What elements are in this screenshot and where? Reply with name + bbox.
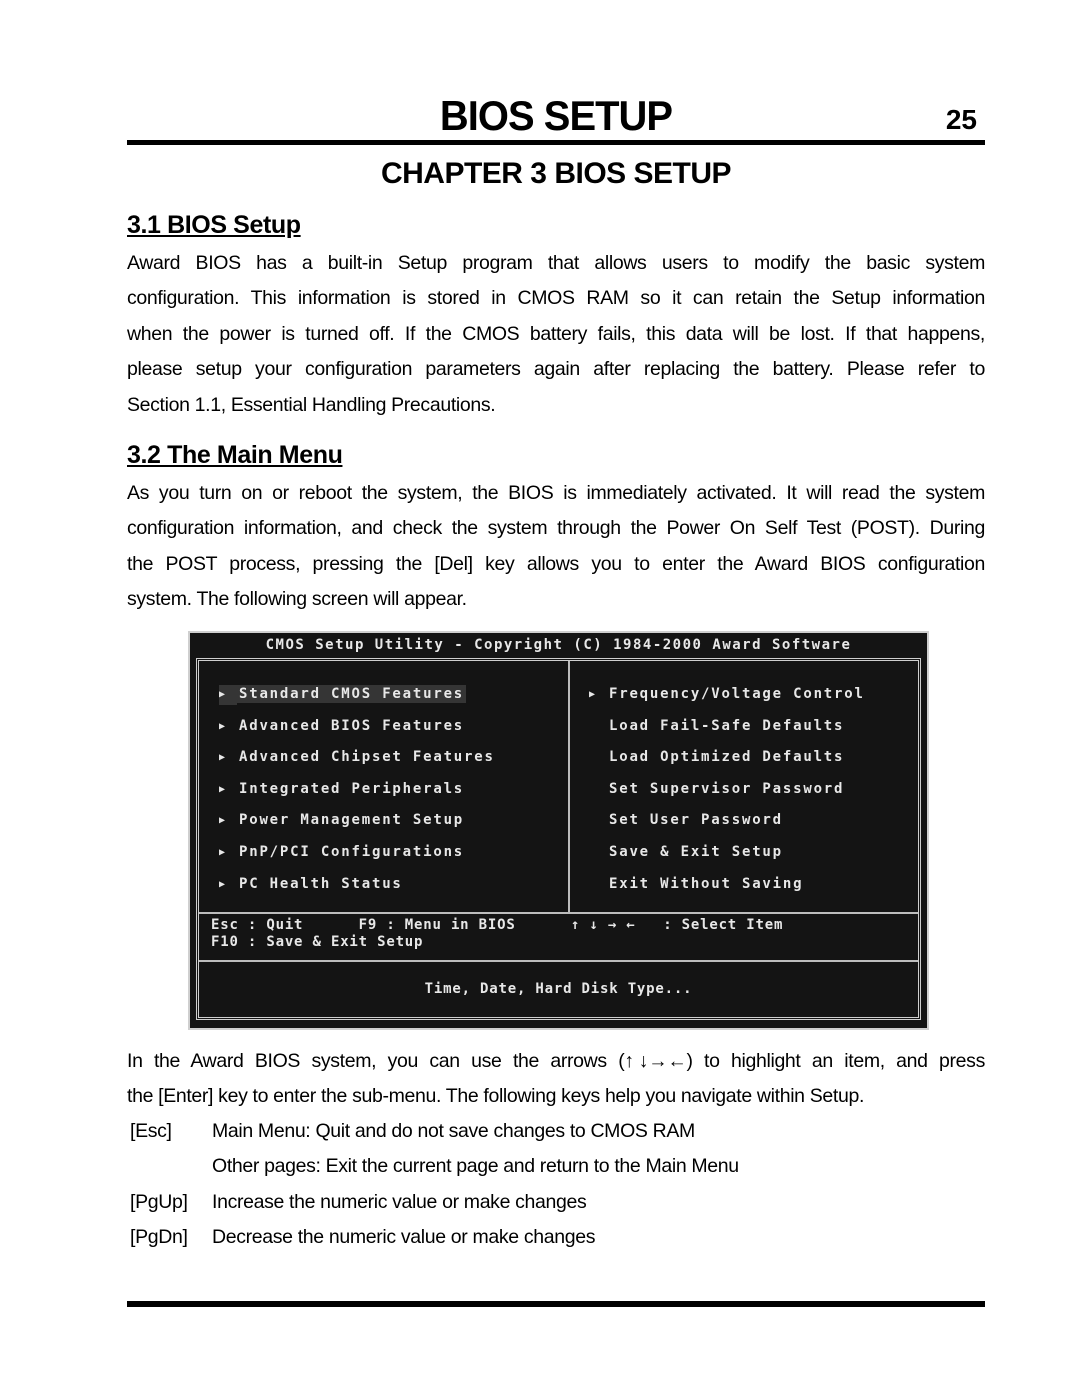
key-description: Decrease the numeric value or make chang…: [212, 1226, 596, 1249]
bios-menu-item-label: Advanced Chipset Features: [239, 749, 495, 766]
key-hint-row: Esc : Quit F9 : Menu in BIOS ↑ ↓ → ← : S…: [211, 917, 784, 933]
bios-menu-item[interactable]: Save & Exit Setup: [589, 842, 867, 874]
submenu-arrow-icon: ▶: [219, 878, 226, 890]
bios-menu-item[interactable]: ▶ Integrated Peripherals: [219, 779, 497, 811]
arrow-keys-icon: ↑ ↓→←: [624, 1050, 687, 1072]
bios-setup-screen: CMOS Setup Utility - Copyright (C) 1984-…: [188, 631, 929, 1030]
key-description: Main Menu: Quit and do not save changes …: [212, 1120, 695, 1142]
key-description: Increase the numeric value or make chang…: [212, 1190, 587, 1213]
bios-key-hints: Esc : Quit F9 : Menu in BIOS ↑ ↓ → ← : S…: [211, 917, 783, 950]
bios-menu-item-label: Set User Password: [609, 812, 783, 829]
bios-menu-item-label: Load Optimized Defaults: [609, 749, 845, 766]
bios-menu-item[interactable]: ▶ Advanced Chipset Features: [219, 747, 497, 779]
bios-menu-item-label: Frequency/Voltage Control: [609, 686, 865, 702]
bios-menu-item[interactable]: Exit Without Saving: [589, 874, 867, 906]
key-description-row: [Esc] Main Menu: Quit and do not save cha…: [127, 1114, 985, 1149]
bios-menu-item[interactable]: Load Fail-Safe Defaults: [589, 716, 867, 748]
submenu-arrow-icon: ▶: [219, 720, 226, 732]
paragraph-line: Award BIOS has a built-in Setup program …: [127, 252, 985, 274]
page-number: 25: [945, 104, 977, 135]
key-description-row: [PgUp] Increase the numeric value or make…: [127, 1185, 985, 1220]
bios-menu-item[interactable]: ▶ Power Management Setup: [219, 810, 497, 842]
bios-menu-item[interactable]: ▶ Frequency/Voltage Control: [589, 684, 867, 716]
key-name: [Esc]: [130, 1120, 172, 1142]
submenu-arrow-icon: ▶: [219, 685, 237, 705]
bios-menu-item-label: Save & Exit Setup: [609, 843, 783, 860]
paragraph-line: the [Enter] key to enter the sub-menu. T…: [127, 1085, 865, 1108]
nav-text-after: ) to highlight an item, and press: [686, 1050, 986, 1072]
bios-title-bar: CMOS Setup Utility - Copyright (C) 1984-…: [265, 637, 852, 653]
bios-menu-item[interactable]: Load Optimized Defaults: [589, 747, 867, 779]
key-name: [PgDn]: [130, 1226, 188, 1249]
bios-menu-item-label: Advanced BIOS Features: [239, 717, 465, 734]
paragraph-line: the POST process, pressing the [Del] key…: [127, 552, 985, 575]
paragraph-line: As you turn on or reboot the system, the…: [127, 482, 985, 504]
bios-menu-item[interactable]: ▶ PC Health Status: [219, 874, 497, 906]
bios-item-help: Time, Date, Hard Disk Type...: [424, 981, 693, 997]
bios-column-divider: [568, 661, 570, 913]
section-heading-main-menu: 3.2 The Main Menu: [127, 441, 343, 469]
section-main-menu-paragraph: As you turn on or reboot the system, the…: [127, 476, 985, 618]
bios-menu-item-label: Standard CMOS Features: [237, 685, 467, 703]
section-heading-bios-setup: 3.1 BIOS Setup: [127, 211, 301, 239]
bios-menu-item-label: PC Health Status: [239, 875, 403, 892]
bios-right-menu: ▶ Frequency/Voltage Control Load Fail-Safe…: [589, 684, 867, 905]
nav-text-before: In the Award BIOS system, you can use th…: [127, 1050, 625, 1072]
section-bios-setup-paragraph: Award BIOS has a built-in Setup program …: [127, 246, 985, 423]
key-description-row: [PgDn] Decrease the numeric value or make…: [127, 1220, 985, 1255]
paragraph-line: when the power is turned off. If the CMO…: [127, 322, 985, 345]
header-rule: [127, 140, 985, 145]
submenu-arrow-icon: ▶: [219, 846, 226, 858]
submenu-arrow-icon: ▶: [219, 815, 226, 827]
navigation-key-list: [Esc] Main Menu: Quit and do not save cha…: [127, 1114, 985, 1256]
paragraph-line: Section 1.1, Essential Handling Precauti…: [127, 393, 496, 416]
bios-menu-item-label: Exit Without Saving: [609, 875, 804, 892]
navigation-paragraph: In the Award BIOS system, you can use th…: [127, 1044, 985, 1115]
bios-menu-item[interactable]: ▶ Standard CMOS Features: [219, 684, 497, 716]
submenu-arrow-icon: ▶: [219, 752, 226, 764]
bios-menu-item[interactable]: ▶ Advanced BIOS Features: [219, 716, 497, 748]
paragraph-line: configuration. This information is store…: [127, 287, 985, 310]
key-name: [127, 1149, 212, 1184]
bios-menu-item-label: Integrated Peripherals: [239, 780, 465, 797]
paragraph-line: In the Award BIOS system, you can use th…: [127, 1044, 985, 1079]
bios-left-menu: ▶ Standard CMOS Features ▶ Advanced BIOS Fe…: [219, 684, 497, 905]
bios-menu-item-label: Set Supervisor Password: [609, 780, 845, 797]
bios-divider: [199, 912, 918, 914]
key-name: [PgUp]: [130, 1190, 188, 1213]
bios-menu-item[interactable]: ▶ PnP/PCI Configurations: [219, 842, 497, 874]
paragraph-line: configuration information, and check the…: [127, 517, 985, 540]
bios-menu-item-label: Load Fail-Safe Defaults: [609, 717, 845, 734]
paragraph-line: please setup your configuration paramete…: [127, 358, 985, 381]
bios-divider: [199, 960, 918, 962]
bios-menu-item[interactable]: Set Supervisor Password: [589, 779, 867, 811]
bios-main-frame: ▶ Standard CMOS Features ▶ Advanced BIOS Fe…: [196, 658, 921, 1020]
submenu-arrow-icon: ▶: [219, 783, 226, 795]
key-hint-row: F10 : Save & Exit Setup: [211, 933, 424, 950]
bios-menu-item-label: Power Management Setup: [239, 812, 465, 829]
bios-menu-item-label: PnP/PCI Configurations: [239, 843, 465, 860]
paragraph-line: system. The following screen will appear…: [127, 588, 467, 611]
key-description-row: Other pages: Exit the current page and r…: [127, 1149, 985, 1184]
chapter-title: CHAPTER 3 BIOS SETUP: [380, 157, 732, 190]
footer-rule: [127, 1301, 985, 1307]
key-description: Other pages: Exit the current page and r…: [212, 1155, 739, 1178]
running-title: BIOS SETUP: [439, 92, 673, 139]
page-header: BIOS SETUP 25: [127, 92, 985, 142]
bios-menu-item[interactable]: Set User Password: [589, 810, 867, 842]
submenu-arrow-icon: ▶: [589, 689, 596, 700]
